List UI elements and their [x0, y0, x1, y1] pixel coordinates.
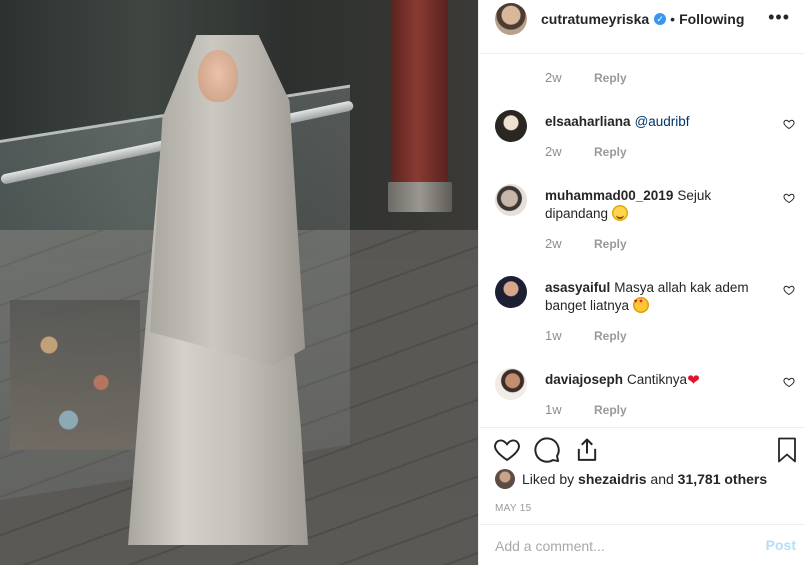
heart-outline-icon[interactable]: [493, 436, 521, 464]
reply-button[interactable]: Reply: [594, 145, 627, 159]
comment-item: daviajoseph Cantiknya❤ 1w Reply: [495, 368, 795, 427]
reply-button[interactable]: Reply: [594, 237, 627, 251]
post-header: cutratumeyriska ✓ • Following •••: [479, 0, 805, 38]
commenter-avatar[interactable]: [495, 110, 527, 142]
comment-meta: 1w Reply: [545, 402, 627, 417]
comment-item: asasyaiful Masya allah kak adem banget li…: [495, 276, 795, 354]
commenter-username[interactable]: asasyaiful: [545, 280, 610, 295]
likes-prefix: Liked by: [522, 471, 575, 487]
comment-meta: 2w Reply: [545, 144, 627, 159]
author-avatar[interactable]: [495, 3, 527, 35]
commenter-avatar[interactable]: [495, 184, 527, 216]
comment-text: daviajoseph Cantiknya❤: [545, 371, 767, 390]
post-photo[interactable]: [0, 0, 478, 565]
comment-item: elsaaharliana @audribf 2w Reply: [495, 110, 795, 170]
comment-text: elsaaharliana @audribf: [545, 113, 767, 131]
red-heart-icon: ❤: [687, 372, 700, 389]
commenter-username[interactable]: muhammad00_2019: [545, 188, 673, 203]
comment-meta: 2w Reply: [545, 236, 627, 251]
likes-summary: Liked by shezaidris and 31,781 others: [495, 469, 767, 489]
more-options-icon[interactable]: •••: [768, 8, 790, 26]
photo-pillar: [392, 0, 448, 190]
comment-time: 2w: [545, 144, 562, 159]
smiling-face-with-blush-icon: [611, 205, 628, 221]
commenter-avatar[interactable]: [495, 276, 527, 308]
post-side-panel: cutratumeyriska ✓ • Following ••• 2w Rep…: [478, 0, 805, 565]
comment-bubble-icon[interactable]: [533, 436, 561, 464]
post-actions: Liked by shezaidris and 31,781 others MA…: [479, 427, 805, 565]
post-comment-button[interactable]: Post: [766, 537, 796, 553]
like-comment-heart-icon[interactable]: [783, 192, 795, 204]
comment-text: asasyaiful Masya allah kak adem banget li…: [545, 279, 767, 315]
smiling-face-with-heart-eyes-icon: [632, 297, 649, 313]
header-separator: •: [670, 11, 676, 27]
bookmark-icon[interactable]: [775, 436, 799, 464]
add-comment-input[interactable]: [495, 538, 745, 554]
comment-meta: 2w Reply: [545, 70, 627, 85]
reply-button[interactable]: Reply: [594, 403, 627, 417]
liker-avatar[interactable]: [495, 469, 515, 489]
commenter-avatar[interactable]: [495, 368, 527, 400]
comment-meta: 1w Reply: [545, 328, 627, 343]
comments-list[interactable]: 2w Reply elsaaharliana @audribf 2w Reply …: [479, 53, 805, 427]
comment-text: muhammad00_2019 Sejuk dipandang: [545, 187, 767, 223]
add-comment-bar: Post: [479, 524, 805, 565]
share-icon[interactable]: [573, 436, 601, 464]
like-comment-heart-icon[interactable]: [783, 376, 795, 388]
photo-pillar-base: [388, 182, 452, 212]
post-date: MAY 15: [495, 503, 532, 514]
comment-time: 1w: [545, 328, 562, 343]
following-button[interactable]: Following: [679, 11, 744, 27]
liker-username[interactable]: shezaidris: [578, 471, 646, 487]
verified-badge-icon: ✓: [654, 13, 667, 25]
comment-item: muhammad00_2019 Sejuk dipandang 2w Reply: [495, 184, 795, 262]
comment-body: Cantiknya: [627, 372, 688, 387]
comment-time: 1w: [545, 402, 562, 417]
commenter-username[interactable]: elsaaharliana: [545, 114, 631, 129]
likes-others-link[interactable]: 31,781 others: [678, 471, 768, 487]
comment-time: 2w: [545, 70, 562, 85]
photo-person-face: [198, 50, 238, 102]
comment-mention-link[interactable]: @audribf: [635, 114, 690, 129]
reply-button[interactable]: Reply: [594, 329, 627, 343]
author-username[interactable]: cutratumeyriska: [541, 11, 649, 27]
like-comment-heart-icon[interactable]: [783, 284, 795, 296]
comment-time: 2w: [545, 236, 562, 251]
reply-button[interactable]: Reply: [594, 71, 627, 85]
likes-connector: and: [650, 471, 674, 487]
commenter-username[interactable]: daviajoseph: [545, 372, 623, 387]
like-comment-heart-icon[interactable]: [783, 118, 795, 130]
